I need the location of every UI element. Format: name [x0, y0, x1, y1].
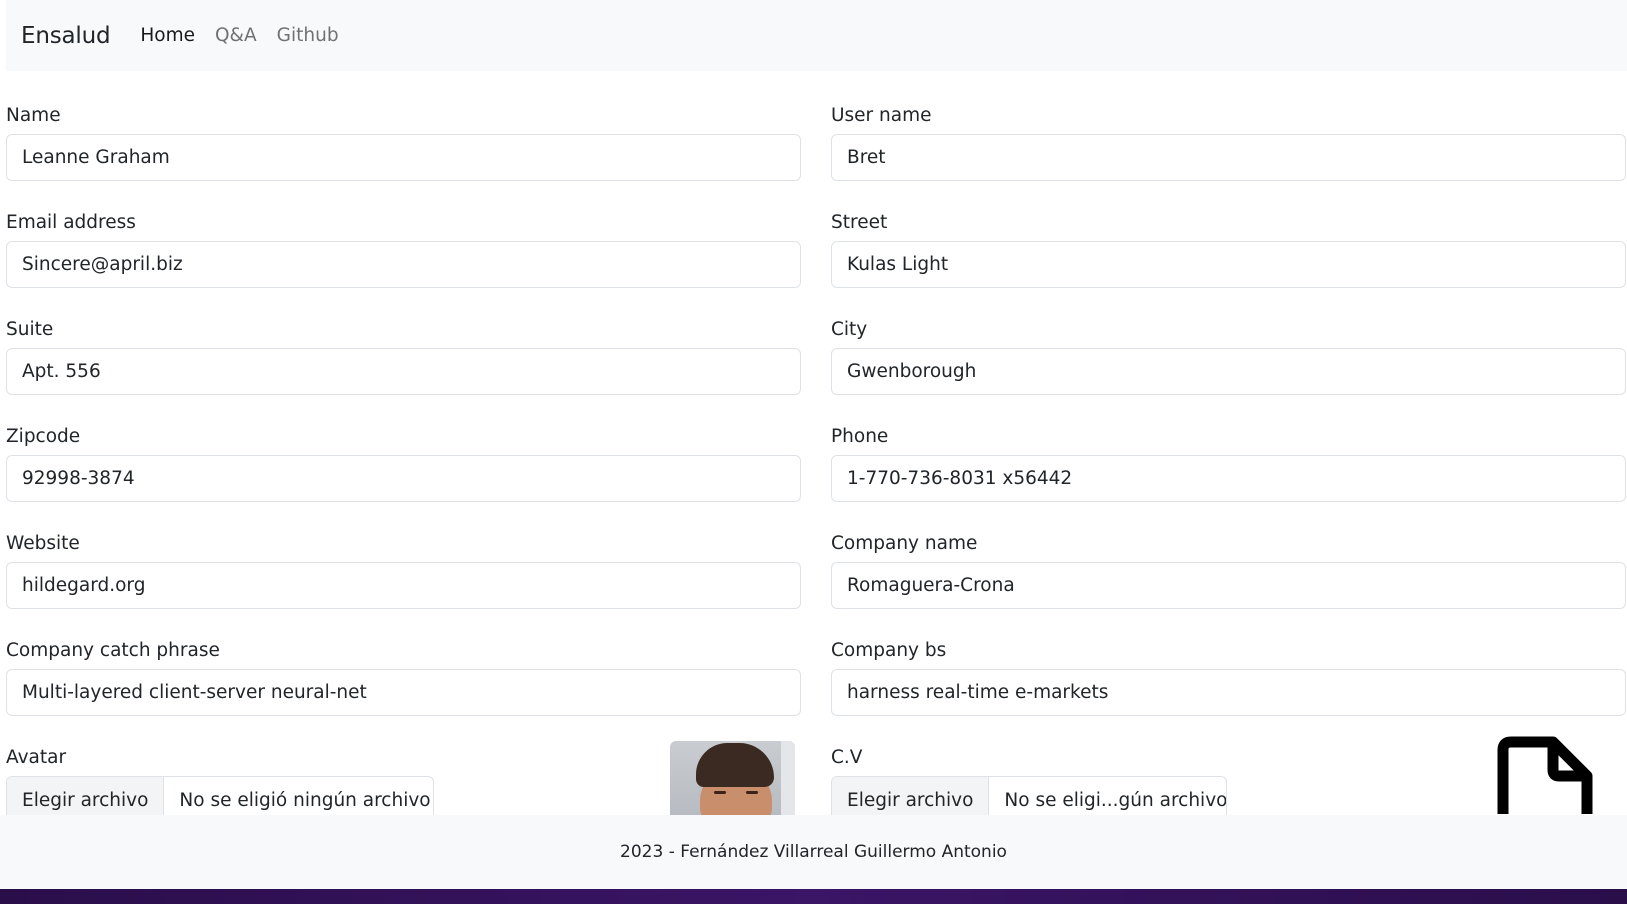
city-group: City Gwenborough: [831, 285, 1626, 395]
nav-home[interactable]: Home: [140, 25, 195, 46]
footer-text: 2023 - Fernández Villarreal Guillermo An…: [620, 842, 1007, 862]
city-input[interactable]: Gwenborough: [831, 348, 1626, 395]
catch-phrase-group: Company catch phrase Multi-layered clien…: [6, 606, 801, 716]
avatar-preview-image: [670, 741, 795, 815]
zipcode-label: Zipcode: [6, 426, 81, 447]
avatar-eye-left: [714, 791, 726, 794]
company-bs-input[interactable]: harness real-time e-markets: [831, 669, 1626, 716]
nav-qa[interactable]: Q&A: [215, 25, 257, 46]
email-label: Email address: [6, 212, 136, 233]
username-group: User name Bret: [831, 71, 1626, 181]
company-name-label: Company name: [831, 533, 978, 554]
suite-input[interactable]: Apt. 556: [6, 348, 801, 395]
avatar-group: Avatar Elegir archivo No se eligió ningú…: [6, 713, 456, 823]
phone-group: Phone 1-770-736-8031 x56442: [831, 392, 1626, 502]
page: Ensalud Home Q&A Github Name Leanne Grah…: [0, 0, 1627, 904]
navbar: Ensalud Home Q&A Github: [6, 0, 1627, 71]
catch-phrase-input[interactable]: Multi-layered client-server neural-net: [6, 669, 801, 716]
phone-label: Phone: [831, 426, 889, 447]
company-bs-group: Company bs harness real-time e-markets: [831, 606, 1626, 716]
website-input[interactable]: hildegard.org: [6, 562, 801, 609]
os-taskbar: [0, 889, 1627, 904]
cv-label: C.V: [831, 747, 863, 768]
website-label: Website: [6, 533, 80, 554]
catch-phrase-label: Company catch phrase: [6, 640, 220, 661]
cv-group: C.V Elegir archivo No se eligi...gún arc…: [831, 713, 1281, 823]
phone-input[interactable]: 1-770-736-8031 x56442: [831, 455, 1626, 502]
name-group: Name Leanne Graham: [6, 71, 801, 181]
file-icon: [1497, 736, 1593, 814]
email-input[interactable]: Sincere@april.biz: [6, 241, 801, 288]
company-bs-label: Company bs: [831, 640, 947, 661]
street-input[interactable]: Kulas Light: [831, 241, 1626, 288]
avatar-eye-right: [746, 791, 758, 794]
name-input[interactable]: Leanne Graham: [6, 134, 801, 181]
zipcode-input[interactable]: 92998-3874: [6, 455, 801, 502]
suite-group: Suite Apt. 556: [6, 285, 801, 395]
avatar-label: Avatar: [6, 747, 67, 768]
street-label: Street: [831, 212, 888, 233]
city-label: City: [831, 319, 868, 340]
street-group: Street Kulas Light: [831, 178, 1626, 288]
username-input[interactable]: Bret: [831, 134, 1626, 181]
footer: 2023 - Fernández Villarreal Guillermo An…: [0, 815, 1627, 889]
company-name-input[interactable]: Romaguera-Crona: [831, 562, 1626, 609]
username-label: User name: [831, 105, 932, 126]
email-group: Email address Sincere@april.biz: [6, 178, 801, 288]
name-label: Name: [6, 105, 61, 126]
suite-label: Suite: [6, 319, 54, 340]
brand-logo[interactable]: Ensalud: [21, 23, 111, 49]
avatar-background: [781, 741, 795, 815]
avatar-hair: [696, 743, 774, 787]
company-name-group: Company name Romaguera-Crona: [831, 499, 1626, 609]
nav-github[interactable]: Github: [277, 25, 339, 46]
website-group: Website hildegard.org: [6, 499, 801, 609]
zipcode-group: Zipcode 92998-3874: [6, 392, 801, 502]
